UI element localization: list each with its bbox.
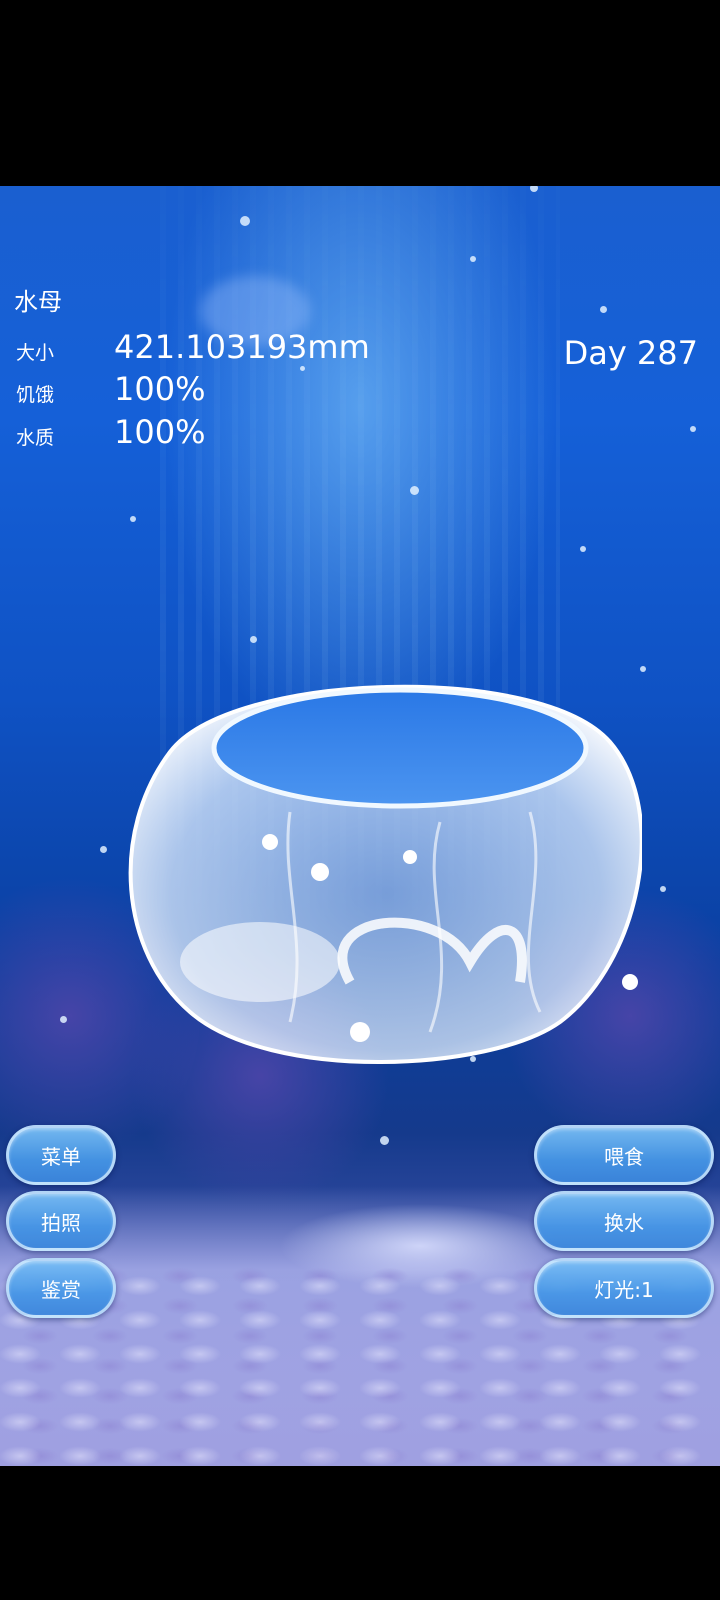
bubble xyxy=(580,546,586,552)
gallery-button[interactable]: 鉴赏 xyxy=(6,1258,116,1318)
jellyfish-spot xyxy=(311,863,329,881)
bubble xyxy=(300,366,305,371)
bubble xyxy=(600,306,607,313)
bubble xyxy=(240,216,250,226)
bubble xyxy=(380,1136,389,1145)
size-label: 大小 xyxy=(16,342,55,364)
menu-button[interactable]: 菜单 xyxy=(6,1125,116,1185)
water-quality-label: 水质 xyxy=(16,427,55,449)
bubble xyxy=(60,1016,67,1023)
size-value: 421.103193mm xyxy=(114,328,370,366)
aquarium-scene[interactable]: 水母 大小 421.103193mm 饥饿 100% 水质 100% Day 2… xyxy=(0,186,720,1466)
bubble xyxy=(130,516,136,522)
hunger-label: 饥饿 xyxy=(16,384,55,406)
bubble xyxy=(470,256,476,262)
change-water-button[interactable]: 换水 xyxy=(534,1191,714,1251)
feed-button[interactable]: 喂食 xyxy=(534,1125,714,1185)
water-quality-value: 100% xyxy=(114,413,206,451)
jellyfish-opening xyxy=(211,687,589,809)
jellyfish-spot xyxy=(622,974,638,990)
bubble xyxy=(100,846,107,853)
jellyfish-graphic xyxy=(128,684,642,1064)
bubble xyxy=(690,426,696,432)
bubble xyxy=(410,486,419,495)
jellyfish-spot xyxy=(403,850,417,864)
jellyfish-spot xyxy=(262,834,278,850)
species-name: 水母 xyxy=(14,288,62,316)
bubble xyxy=(250,636,257,643)
bubble xyxy=(660,886,666,892)
jellyfish-spot xyxy=(350,1022,370,1042)
jellyfish-gonad xyxy=(180,922,340,1002)
light-button[interactable]: 灯光:1 xyxy=(534,1258,714,1318)
hunger-value: 100% xyxy=(114,370,206,408)
photo-button[interactable]: 拍照 xyxy=(6,1191,116,1251)
jellyfish[interactable] xyxy=(110,662,642,1074)
phone-screen: 水母 大小 421.103193mm 饥饿 100% 水质 100% Day 2… xyxy=(0,0,720,1600)
day-counter: Day 287 xyxy=(563,334,698,372)
